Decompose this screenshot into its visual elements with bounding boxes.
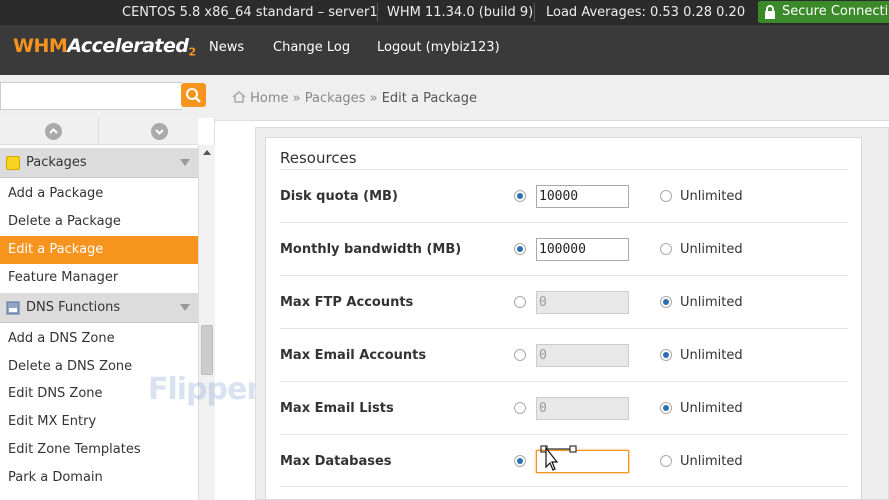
chevron-up-icon bbox=[45, 123, 62, 140]
search-icon bbox=[186, 88, 201, 103]
max-email-accounts-input[interactable]: 0 bbox=[536, 344, 629, 367]
nav-logout[interactable]: Logout (mybiz123) bbox=[377, 25, 500, 75]
nav-change-log[interactable]: Change Log bbox=[273, 25, 350, 75]
home-icon bbox=[232, 91, 246, 103]
scroll-up-icon[interactable] bbox=[203, 150, 211, 155]
dropdown-arrow-icon bbox=[180, 159, 190, 166]
limited-radio[interactable] bbox=[514, 455, 526, 467]
sidebar-item-feature-manager[interactable]: Feature Manager bbox=[0, 264, 198, 292]
resource-label: Max FTP Accounts bbox=[280, 295, 414, 310]
logo-whm: WHM bbox=[13, 35, 68, 57]
limited-radio[interactable] bbox=[514, 243, 526, 255]
unlimited-label: Unlimited bbox=[680, 454, 743, 469]
scrollbar-thumb[interactable] bbox=[201, 325, 213, 375]
limited-radio[interactable] bbox=[514, 190, 526, 202]
breadcrumb: Home » Packages » Edit a Package bbox=[232, 91, 477, 106]
whm-version: WHM 11.34.0 (build 9) bbox=[387, 5, 534, 20]
collapse-all-button[interactable] bbox=[106, 118, 205, 145]
dropdown-arrow-icon bbox=[180, 304, 190, 311]
dns-icon bbox=[6, 301, 20, 315]
resource-row-monthly-bandwidth: Monthly bandwidth (MB) 100000 Unlimited bbox=[280, 222, 848, 275]
breadcrumb-separator: » bbox=[369, 91, 378, 106]
resource-label: Max Email Lists bbox=[280, 401, 394, 416]
breadcrumb-separator: » bbox=[292, 91, 301, 106]
limited-radio[interactable] bbox=[514, 296, 526, 308]
unlimited-radio[interactable] bbox=[660, 296, 672, 308]
sidebar-item-delete-package[interactable]: Delete a Package bbox=[0, 208, 198, 236]
sidebar: Packages Add a Package Delete a Package … bbox=[0, 118, 215, 500]
logo-accelerated: Accelerated bbox=[67, 35, 189, 57]
resource-label: Monthly bandwidth (MB) bbox=[280, 242, 462, 257]
unlimited-label: Unlimited bbox=[680, 401, 743, 416]
resource-row-max-databases: Max Databases Unlimited bbox=[280, 434, 848, 487]
unlimited-radio[interactable] bbox=[660, 402, 672, 414]
resources-title: Resources bbox=[280, 149, 357, 167]
bandwidth-input[interactable]: 100000 bbox=[536, 238, 629, 261]
server-status-bar: CENTOS 5.8 x86_64 standard – server1 WHM… bbox=[0, 0, 889, 25]
search-button[interactable] bbox=[181, 83, 206, 107]
unlimited-radio[interactable] bbox=[660, 455, 672, 467]
resource-row-max-ftp: Max FTP Accounts 0 Unlimited bbox=[280, 275, 848, 328]
sidebar-scrollbar[interactable] bbox=[198, 145, 215, 500]
disk-quota-input[interactable]: 10000 bbox=[536, 185, 629, 208]
resource-row-max-email-accounts: Max Email Accounts 0 Unlimited bbox=[280, 328, 848, 381]
nav-news[interactable]: News bbox=[209, 25, 244, 75]
breadcrumb-current: Edit a Package bbox=[381, 91, 477, 106]
unlimited-radio[interactable] bbox=[660, 243, 672, 255]
max-ftp-input[interactable]: 0 bbox=[536, 291, 629, 314]
breadcrumb-packages[interactable]: Packages bbox=[305, 91, 366, 106]
breadcrumb-home[interactable]: Home bbox=[250, 91, 288, 106]
expand-all-button[interactable] bbox=[0, 118, 99, 145]
secure-connection-badge: Secure Connection bbox=[758, 1, 889, 23]
resource-label: Max Email Accounts bbox=[280, 348, 427, 363]
limited-radio[interactable] bbox=[514, 349, 526, 361]
sidebar-section-label: Packages bbox=[26, 155, 87, 170]
unlimited-label: Unlimited bbox=[680, 242, 743, 257]
app-header: WHMAccelerated2 News Change Log Logout (… bbox=[0, 25, 889, 75]
search-bar-row: Home » Packages » Edit a Package bbox=[0, 75, 889, 121]
sidebar-item-edit-package[interactable]: Edit a Package bbox=[0, 236, 198, 264]
sidebar-section-label: DNS Functions bbox=[26, 300, 121, 315]
text-select-cursor-icon bbox=[540, 445, 577, 471]
sidebar-item-add-package[interactable]: Add a Package bbox=[0, 180, 198, 208]
unlimited-label: Unlimited bbox=[680, 189, 743, 204]
resource-label: Disk quota (MB) bbox=[280, 189, 398, 204]
resources-panel: Resources Disk quota (MB) 10000 Unlimite… bbox=[265, 137, 862, 500]
unlimited-label: Unlimited bbox=[680, 348, 743, 363]
logo-two: 2 bbox=[188, 45, 197, 59]
chevron-down-icon bbox=[151, 123, 168, 140]
resource-label: Max Databases bbox=[280, 454, 392, 469]
resource-row-max-email-lists: Max Email Lists 0 Unlimited bbox=[280, 381, 848, 434]
max-email-lists-input[interactable]: 0 bbox=[536, 397, 629, 420]
sidebar-item-park-domain[interactable]: Park a Domain bbox=[0, 464, 198, 492]
secure-connection-label: Secure Connection bbox=[782, 4, 889, 19]
sidebar-item-edit-mx-entry[interactable]: Edit MX Entry bbox=[0, 408, 198, 436]
sidebar-section-packages[interactable]: Packages bbox=[0, 148, 198, 178]
unlimited-radio[interactable] bbox=[660, 349, 672, 361]
resource-row-disk-quota: Disk quota (MB) 10000 Unlimited bbox=[280, 169, 848, 222]
lock-icon bbox=[765, 5, 775, 19]
search-input[interactable] bbox=[0, 82, 182, 110]
limited-radio[interactable] bbox=[514, 402, 526, 414]
whm-logo[interactable]: WHMAccelerated2 bbox=[13, 35, 197, 67]
sidebar-item-add-dns-zone[interactable]: Add a DNS Zone bbox=[0, 325, 198, 353]
package-icon bbox=[6, 156, 20, 170]
sidebar-section-dns[interactable]: DNS Functions bbox=[0, 293, 198, 323]
unlimited-radio[interactable] bbox=[660, 190, 672, 202]
sidebar-item-edit-zone-templates[interactable]: Edit Zone Templates bbox=[0, 436, 198, 464]
sidebar-collapse-controls bbox=[0, 118, 198, 145]
load-averages: Load Averages: 0.53 0.28 0.20 bbox=[546, 5, 746, 20]
server-os-info: CENTOS 5.8 x86_64 standard – server1 bbox=[122, 5, 378, 20]
unlimited-label: Unlimited bbox=[680, 295, 743, 310]
